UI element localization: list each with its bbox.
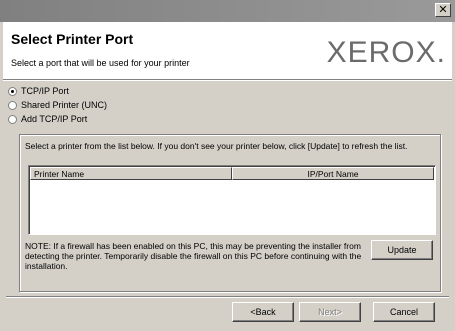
radio-button[interactable] (8, 100, 17, 110)
next-button[interactable]: Next> (299, 302, 361, 322)
printer-list-description: Select a printer from the list below. If… (25, 141, 408, 151)
cancel-button[interactable]: Cancel (373, 302, 435, 322)
radio-button-checked[interactable] (8, 86, 17, 96)
update-button[interactable]: Update (371, 240, 433, 260)
back-button[interactable]: <Back (232, 302, 294, 322)
page-subtitle: Select a port that will be used for your… (11, 58, 190, 68)
radio-label: Add TCP/IP Port (21, 114, 88, 124)
radio-shared-printer[interactable]: Shared Printer (UNC) (8, 99, 107, 111)
footer-divider-highlight (6, 297, 449, 298)
radio-add-tcpip-port[interactable]: Add TCP/IP Port (8, 113, 87, 125)
radio-button[interactable] (8, 114, 17, 124)
xerox-logo: XEROX. (326, 36, 446, 69)
radio-tcpip-port[interactable]: TCP/IP Port (8, 85, 69, 97)
radio-label: TCP/IP Port (21, 86, 69, 96)
printer-list[interactable]: Printer Name IP/Port Name (28, 165, 436, 235)
header-divider (3, 80, 452, 81)
printer-selection-group: Select a printer from the list below. If… (19, 134, 441, 292)
page-title: Select Printer Port (11, 31, 134, 47)
column-printer-name[interactable]: Printer Name (30, 167, 232, 180)
close-icon: ✕ (438, 3, 448, 16)
printer-list-header: Printer Name IP/Port Name (30, 167, 434, 180)
title-bar: ✕ (0, 0, 455, 22)
radio-label: Shared Printer (UNC) (21, 100, 108, 110)
firewall-note: NOTE: If a firewall has been enabled on … (25, 241, 362, 271)
column-ip-port-name[interactable]: IP/Port Name (232, 167, 434, 180)
close-button[interactable]: ✕ (435, 3, 451, 17)
wizard-header: Select Printer Port Select a port that w… (3, 22, 452, 80)
